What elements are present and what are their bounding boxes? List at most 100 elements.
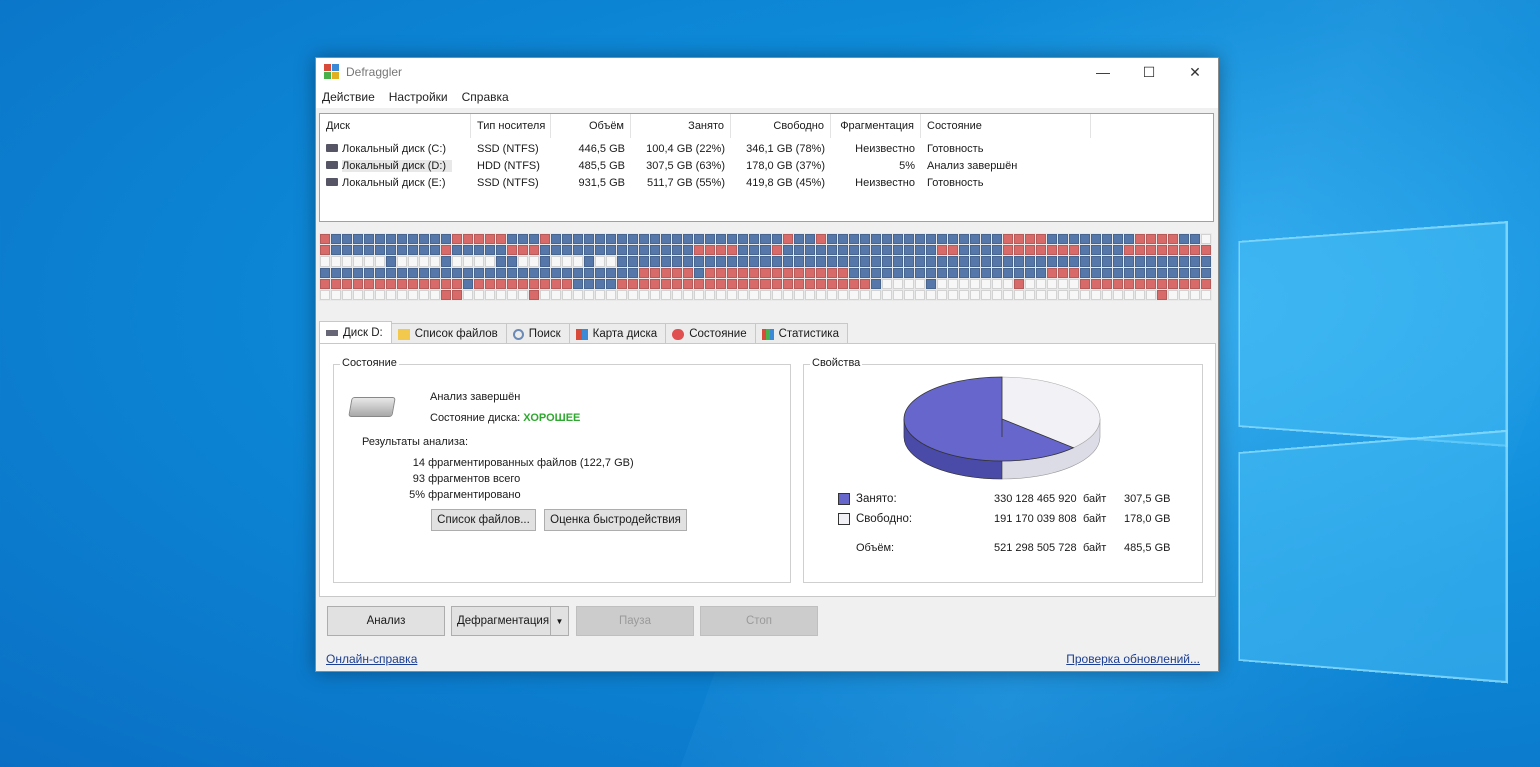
tab-drive-d[interactable]: Диск D: [319, 321, 392, 344]
disk-block [441, 289, 452, 300]
disk-block [408, 256, 419, 267]
disk-block [1090, 278, 1101, 289]
disk-block [320, 289, 330, 300]
free-unit: байт [1083, 513, 1107, 525]
disk-block [1046, 267, 1057, 278]
disk-block [969, 245, 980, 256]
disk-block [342, 289, 353, 300]
disk-block [1178, 256, 1189, 267]
drive-status: Анализ завершён [927, 160, 1018, 172]
benchmark-button[interactable]: Оценка быстродействия [544, 509, 687, 531]
disk-block [485, 234, 496, 245]
disk-block [760, 289, 771, 300]
disk-block-map[interactable] [319, 233, 1212, 301]
disk-block [375, 278, 386, 289]
disk-block [1145, 289, 1156, 300]
file-list-button[interactable]: Список файлов... [431, 509, 536, 531]
minimize-icon[interactable]: — [1080, 58, 1126, 86]
disk-block [419, 289, 430, 300]
disk-block [969, 278, 980, 289]
disk-block [683, 278, 694, 289]
disk-block [375, 267, 386, 278]
tab-statistics[interactable]: Статистика [754, 323, 848, 344]
tab-drive-map[interactable]: Карта диска [568, 323, 667, 344]
disk-block [683, 256, 694, 267]
disk-block [1112, 289, 1123, 300]
defrag-button[interactable]: Дефрагментация ▼ [451, 606, 569, 636]
disk-block [1112, 267, 1123, 278]
disk-block [826, 245, 837, 256]
disk-block [430, 278, 441, 289]
disk-block [529, 267, 540, 278]
tab-file-list[interactable]: Список файлов [390, 323, 507, 344]
disk-block [914, 256, 925, 267]
disk-block [650, 245, 661, 256]
stop-button[interactable]: Стоп [700, 606, 818, 636]
disk-block [518, 234, 529, 245]
disk-block [804, 289, 815, 300]
menu-help[interactable]: Справка [462, 90, 509, 104]
disk-block [804, 278, 815, 289]
disk-block [397, 245, 408, 256]
disk-block [1200, 234, 1211, 245]
tab-health[interactable]: Состояние [665, 323, 756, 344]
column-header[interactable]: Тип носителя [471, 114, 551, 138]
disk-block [507, 278, 518, 289]
disk-block [716, 234, 727, 245]
disk-block [595, 234, 606, 245]
disk-block [848, 267, 859, 278]
disk-block [837, 278, 848, 289]
column-header[interactable]: Состояние [921, 114, 1091, 138]
used-gb: 307,5 GB [1124, 493, 1171, 505]
disk-block [353, 278, 364, 289]
disk-block [1189, 267, 1200, 278]
disk-block [606, 278, 617, 289]
disk-block [936, 256, 947, 267]
disk-block [551, 245, 562, 256]
disk-block [705, 267, 716, 278]
pause-button[interactable]: Пауза [576, 606, 694, 636]
disk-block [991, 234, 1002, 245]
maximize-icon[interactable]: ☐ [1126, 58, 1172, 86]
dropdown-arrow-icon[interactable]: ▼ [550, 607, 568, 635]
disk-block [771, 245, 782, 256]
online-help-link[interactable]: Онлайн-справка [326, 652, 417, 666]
disk-block [749, 256, 760, 267]
check-updates-link[interactable]: Проверка обновлений... [1066, 652, 1200, 666]
drive-row[interactable]: Локальный диск (D:) HDD (NTFS) 485,5 GB … [320, 158, 1213, 175]
disk-block [320, 234, 330, 245]
menu-action[interactable]: Действие [322, 90, 375, 104]
disk-block [749, 245, 760, 256]
disk-block [980, 267, 991, 278]
drive-row[interactable]: Локальный диск (C:) SSD (NTFS) 446,5 GB … [320, 141, 1213, 158]
tab-search[interactable]: Поиск [505, 323, 570, 344]
disk-block [584, 245, 595, 256]
disk-block [397, 256, 408, 267]
disk-block [606, 289, 617, 300]
disk-block [727, 289, 738, 300]
column-header[interactable]: Занято [631, 114, 731, 138]
disk-block [859, 234, 870, 245]
disk-block [837, 267, 848, 278]
disk-block [969, 289, 980, 300]
result-number: 93 [412, 473, 425, 485]
disk-block [980, 245, 991, 256]
disk-block [991, 289, 1002, 300]
disk-block [320, 267, 330, 278]
disk-block [826, 256, 837, 267]
close-icon[interactable]: ✕ [1172, 58, 1218, 86]
column-header[interactable]: Объём [551, 114, 631, 138]
disk-block [925, 234, 936, 245]
analyze-button[interactable]: Анализ [327, 606, 445, 636]
column-header[interactable]: Диск [320, 114, 471, 138]
disk-block [419, 234, 430, 245]
disk-block [397, 267, 408, 278]
drive-row[interactable]: Локальный диск (E:) SSD (NTFS) 931,5 GB … [320, 175, 1213, 192]
menu-settings[interactable]: Настройки [389, 90, 448, 104]
disk-block [727, 256, 738, 267]
drive-icon [326, 178, 338, 187]
column-header[interactable]: Свободно [731, 114, 831, 138]
disk-block [540, 278, 551, 289]
column-header[interactable]: Фрагментация [831, 114, 921, 138]
disk-block [793, 234, 804, 245]
